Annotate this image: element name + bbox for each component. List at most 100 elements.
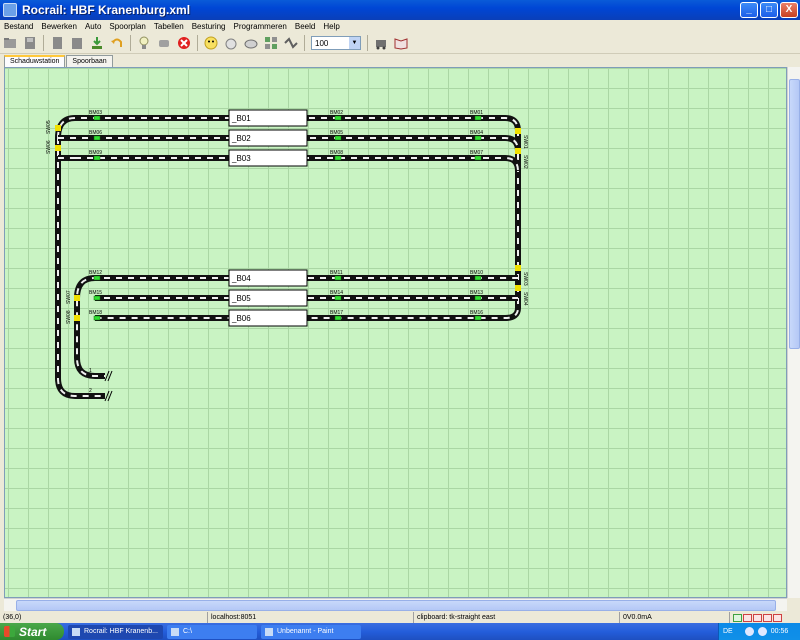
status-power: 0V0.0mA <box>620 612 730 623</box>
undo-icon[interactable] <box>109 35 125 51</box>
sensor-bm08 <box>334 155 342 161</box>
scroll-thumb[interactable] <box>16 600 776 611</box>
toolbar-separator <box>367 35 368 51</box>
console-icon <box>171 627 179 636</box>
menu-spoorplan[interactable]: Spoorplan <box>105 22 149 31</box>
toolbar-separator <box>197 35 198 51</box>
task-label: C:\ <box>183 628 192 635</box>
block-label: _B05 <box>231 294 251 303</box>
minimize-button[interactable]: _ <box>740 2 758 18</box>
switch-label: SW03 <box>522 272 528 286</box>
switch-label: SW04 <box>522 292 528 306</box>
tab-spoorbaan[interactable]: Spoorbaan <box>66 55 113 67</box>
save-icon[interactable] <box>22 35 38 51</box>
track-plan-canvas[interactable]: _B01 _B02 _B03 _B04 _B05 _B06 BM03 BM02 BM01 BM06… <box>4 67 787 598</box>
switch-label: SW06 <box>46 140 52 154</box>
switch-marker <box>515 285 521 291</box>
task-rocrail[interactable]: Rocrail: HBF Kranenb... <box>68 624 163 639</box>
switch-label: SW02 <box>522 155 528 169</box>
start-button[interactable]: Start <box>0 623 64 640</box>
grid-icon[interactable] <box>263 35 279 51</box>
system-tray: DE 00:56 <box>718 623 800 640</box>
menu-bewerken[interactable]: Bewerken <box>37 22 81 31</box>
sensor-bm13 <box>474 295 482 301</box>
menu-bar: Bestand Bewerken Auto Spoorplan Tabellen… <box>0 20 800 32</box>
sensor-bm01 <box>474 115 482 121</box>
sensor-label: BM18 <box>89 310 102 316</box>
block-label: _B04 <box>231 274 251 283</box>
menu-bestand[interactable]: Bestand <box>0 22 37 31</box>
zoom-value: 100 <box>315 38 329 48</box>
volume-icon[interactable] <box>757 627 767 636</box>
sensor-label: BM02 <box>330 110 343 116</box>
switch-label: SW05 <box>46 120 52 134</box>
app-icon <box>72 627 80 636</box>
buffer-stop <box>104 370 113 382</box>
switch-marker <box>74 295 80 301</box>
menu-help[interactable]: Help <box>319 22 343 31</box>
chevron-down-icon[interactable]: ▼ <box>349 37 360 49</box>
buffer-label: 1 <box>89 368 92 374</box>
train-icon[interactable] <box>373 35 389 51</box>
mouse-icon[interactable] <box>223 35 239 51</box>
sensor-label: BM14 <box>330 290 343 296</box>
vertical-scrollbar[interactable] <box>787 67 800 598</box>
task-label: Rocrail: HBF Kranenb... <box>84 628 158 635</box>
task-paint[interactable]: Unbenannt - Paint <box>261 624 361 639</box>
switch-marker <box>55 145 61 151</box>
switch-label: SW07 <box>66 290 72 304</box>
open-icon[interactable] <box>2 35 18 51</box>
rocrail-window: Rocrail: HBF Kranenburg.xml _ □ X Bestan… <box>0 0 800 640</box>
app-icon <box>3 3 17 17</box>
sensor-label: BM05 <box>330 130 343 136</box>
track-segment <box>55 115 521 321</box>
sensor-bm10 <box>474 275 482 281</box>
smiley-icon[interactable] <box>203 35 219 51</box>
sensor-bm14 <box>334 295 342 301</box>
menu-beeld[interactable]: Beeld <box>291 22 319 31</box>
toolbar-separator <box>130 35 131 51</box>
menu-besturing[interactable]: Besturing <box>188 22 230 31</box>
sensor-label: BM03 <box>89 110 102 116</box>
route-icon[interactable] <box>283 35 299 51</box>
toolbar: 100 ▼ <box>0 33 800 54</box>
task-console[interactable]: C:\ <box>167 624 257 639</box>
copy-icon[interactable] <box>49 35 65 51</box>
menu-programmeren[interactable]: Programmeren <box>230 22 291 31</box>
status-led <box>743 613 752 622</box>
sensor-bm05 <box>334 135 342 141</box>
horizontal-scrollbar[interactable] <box>4 598 787 611</box>
switch-marker <box>74 315 80 321</box>
tab-bar: Schaduwstation Spoorbaan <box>4 55 114 67</box>
zoom-select[interactable]: 100 ▼ <box>311 36 361 50</box>
switch-marker <box>515 128 521 134</box>
language-indicator[interactable]: DE <box>723 628 733 635</box>
network-icon[interactable] <box>744 627 754 636</box>
lamp-icon[interactable] <box>136 35 152 51</box>
sensor-label: BM01 <box>470 110 483 116</box>
paste-icon[interactable] <box>69 35 85 51</box>
buffer-stop <box>104 390 113 402</box>
emergency-stop-icon[interactable] <box>176 35 192 51</box>
power-icon[interactable] <box>156 35 172 51</box>
maximize-button[interactable]: □ <box>760 2 778 18</box>
sensor-bm11 <box>334 275 342 281</box>
toolbar-separator <box>43 35 44 51</box>
magnify-icon[interactable] <box>243 35 259 51</box>
scroll-thumb[interactable] <box>789 79 800 349</box>
book-icon[interactable] <box>393 35 409 51</box>
window-controls: _ □ X <box>740 2 798 18</box>
sensor-label: BM09 <box>89 150 102 156</box>
status-host: localhost:8051 <box>208 612 414 623</box>
sensor-label: BM17 <box>330 310 343 316</box>
download-icon[interactable] <box>89 35 105 51</box>
title-bar: Rocrail: HBF Kranenburg.xml _ □ X <box>0 0 800 20</box>
close-button[interactable]: X <box>780 2 798 18</box>
status-led <box>763 613 772 622</box>
tab-schaduwstation[interactable]: Schaduwstation <box>4 55 66 67</box>
sensor-bm17 <box>334 315 342 321</box>
clock: 00:56 <box>770 628 789 635</box>
window-title: Rocrail: HBF Kranenburg.xml <box>22 3 191 17</box>
menu-tabellen[interactable]: Tabellen <box>150 22 188 31</box>
menu-auto[interactable]: Auto <box>81 22 105 31</box>
